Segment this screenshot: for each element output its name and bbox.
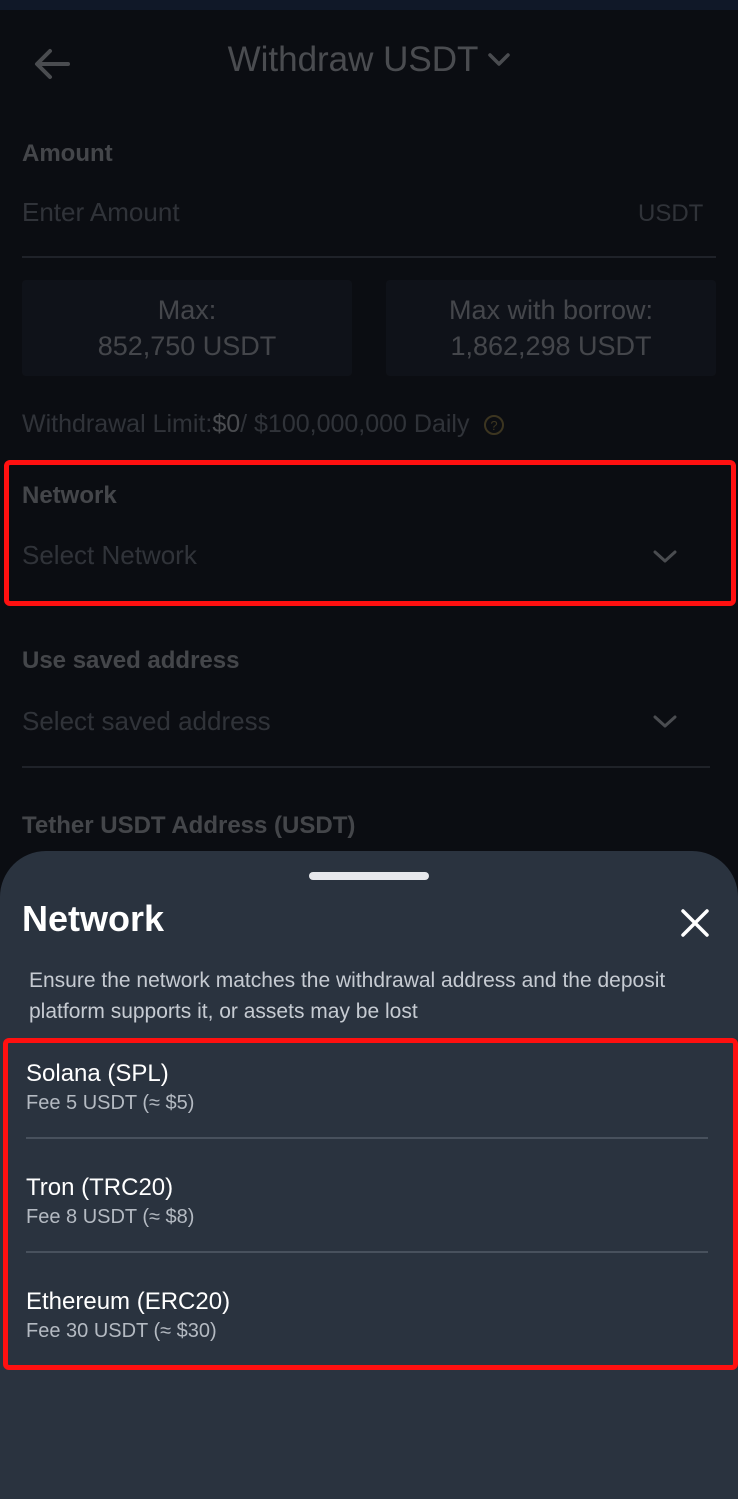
close-icon [681, 909, 709, 937]
amount-label: Amount [22, 140, 113, 167]
network-options-highlight [3, 1038, 738, 1370]
network-warning-text: Ensure the network matches the withdrawa… [29, 969, 666, 1023]
amount-unit: USDT [638, 200, 704, 227]
amount-input[interactable]: Enter Amount [22, 197, 180, 228]
max-borrow-label: Max with borrow: [448, 295, 654, 325]
max-value: 852,750 USDT [97, 331, 277, 361]
limit-prefix: Withdrawal Limit: [22, 410, 213, 438]
network-bottom-sheet: Network Ensure the network matches the w… [0, 851, 738, 1499]
network-field-highlight [4, 460, 736, 606]
max-borrow-card[interactable]: Max with borrow: 1,862,298 USDT [386, 280, 716, 376]
svg-text:?: ? [491, 418, 498, 433]
saved-address-select[interactable]: Select saved address [22, 706, 271, 737]
chevron-down-icon [488, 53, 511, 66]
help-icon[interactable]: ? [483, 414, 505, 436]
limit-value: $0 [212, 410, 241, 438]
sheet-grabber-handle[interactable] [309, 872, 429, 880]
max-label: Max: [157, 295, 217, 325]
saved-address-divider [22, 766, 710, 768]
max-card[interactable]: Max: 852,750 USDT [22, 280, 352, 376]
address-label: Tether USDT Address (USDT) [22, 812, 356, 839]
header: Withdraw USDT [0, 26, 738, 102]
withdraw-screen: Withdraw USDT Amount Enter Amount USDT M… [0, 0, 738, 1499]
page-title: Withdraw USDT [227, 40, 479, 79]
close-button[interactable] [676, 904, 714, 942]
limit-suffix: / $100,000,000 Daily [240, 410, 470, 438]
saved-address-chevron-down-icon[interactable] [653, 715, 677, 729]
saved-address-label: Use saved address [22, 647, 240, 674]
withdrawal-limit: Withdrawal Limit: $0 / $100,000,000 Dail… [22, 410, 505, 439]
amount-divider [22, 256, 716, 258]
max-borrow-value: 1,862,298 USDT [450, 331, 652, 361]
sheet-title: Network [22, 898, 165, 939]
currency-selector[interactable]: Withdraw USDT [0, 40, 738, 80]
